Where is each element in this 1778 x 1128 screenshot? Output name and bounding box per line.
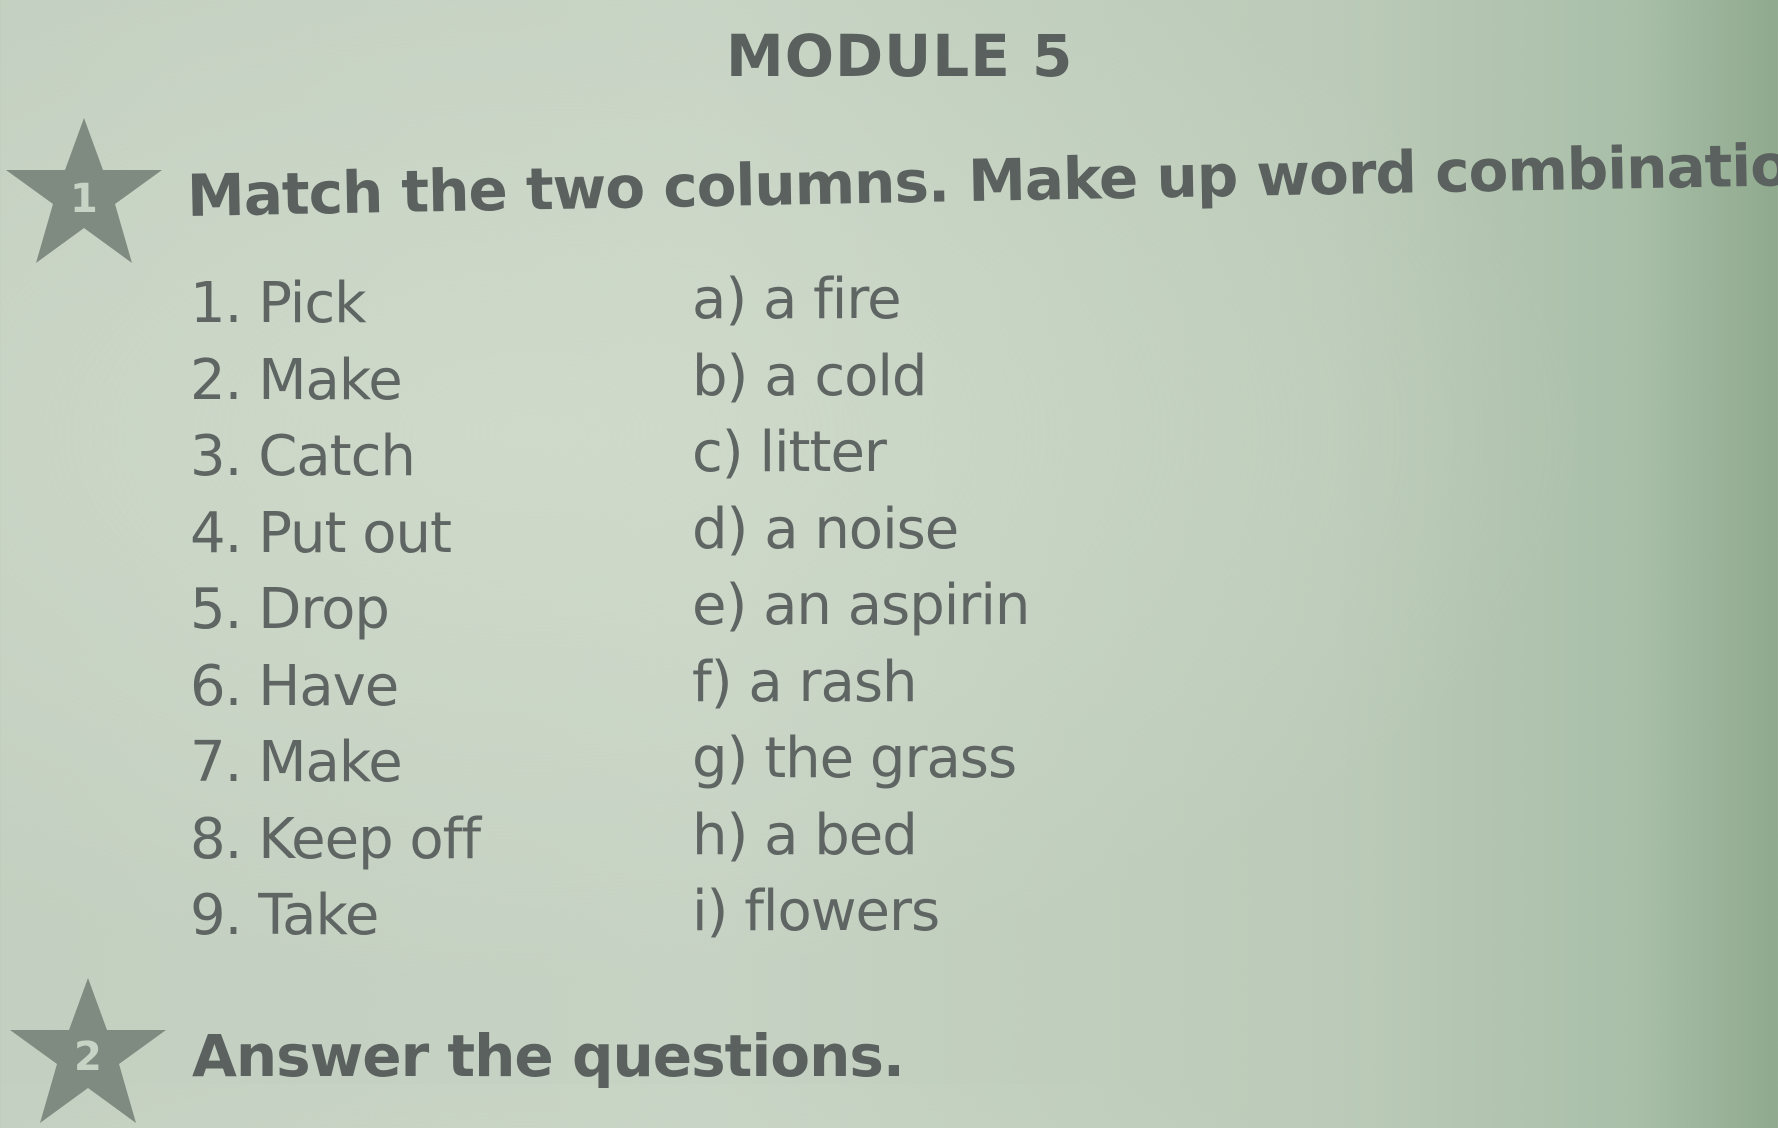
task-2-star-badge: 2 [8,978,168,1128]
right-item: h) a bed [692,802,918,868]
right-item: f) a rash [692,649,918,715]
right-item: i) flowers [692,879,940,944]
left-item: 2. Make [190,347,403,413]
right-item: c) litter [692,420,887,485]
left-column: 1. Pick 2. Make 3. Catch 4. Put out 5. D… [190,266,481,955]
left-item: 4. Put out [190,500,452,566]
left-item: 9. Take [190,883,379,948]
task-2-instruction: Answer the questions. [192,1022,905,1090]
module-title: MODULE 5 [726,22,1074,90]
right-item: d) a noise [692,496,959,562]
right-item: b) a cold [692,343,927,409]
left-item: 1. Pick [190,271,367,336]
textbook-page: MODULE 5 1 Match the two columns. Make u… [0,0,1778,1123]
left-item: 7. Make [190,730,403,795]
right-item: e) an aspirin [692,573,1030,638]
right-column: a) a fire b) a cold c) litter d) a noise… [692,262,1030,951]
task-1-instruction: Match the two columns. Make up word comb… [186,129,1778,230]
left-item: 6. Have [190,653,399,719]
right-item: g) the grass [692,726,1017,791]
left-item: 5. Drop [190,577,390,642]
left-item: 8. Keep off [190,806,481,872]
right-item: a) a fire [692,267,902,332]
left-item: 3. Catch [190,424,416,489]
task-1-number: 1 [70,176,98,222]
task-2-number: 2 [74,1034,102,1080]
task-1-star-badge: 1 [4,118,164,268]
